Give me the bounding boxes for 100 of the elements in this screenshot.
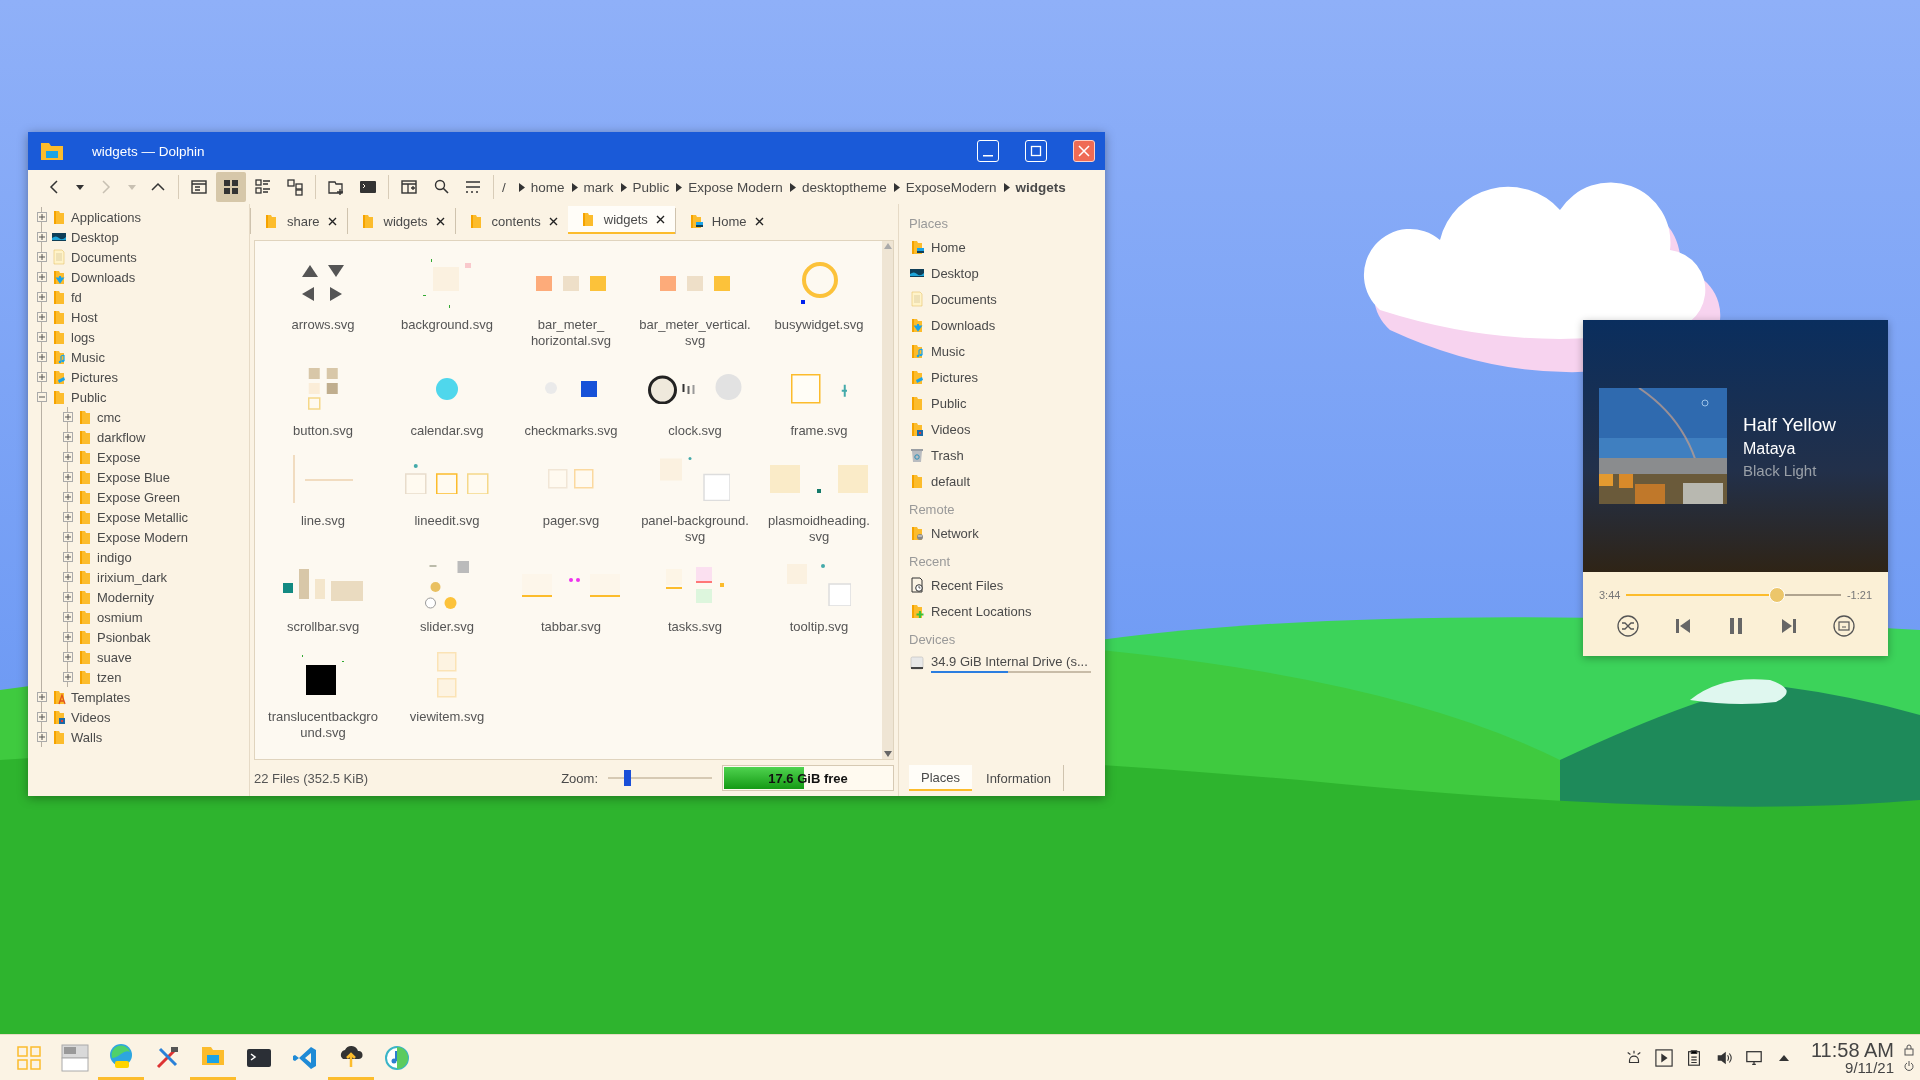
tree-item[interactable]: Templates xyxy=(71,689,131,705)
close-icon[interactable] xyxy=(435,216,445,226)
file-name[interactable]: viewitem.svg xyxy=(387,709,507,725)
expander-icon[interactable] xyxy=(37,232,47,242)
slider-thumb[interactable] xyxy=(1768,587,1785,603)
file-name[interactable]: clock.svg xyxy=(635,423,755,439)
tree-item[interactable]: fd xyxy=(71,289,82,305)
expander-icon[interactable] xyxy=(37,292,47,302)
place-item[interactable]: Desktop xyxy=(931,265,979,281)
panel-tab[interactable]: Information xyxy=(974,765,1065,791)
place-item[interactable]: 34.9 GiB Internal Drive (s... xyxy=(931,653,1091,669)
tab[interactable]: Home xyxy=(674,208,774,234)
expander-icon[interactable] xyxy=(63,652,73,662)
place-item[interactable]: Trash xyxy=(931,447,964,463)
breadcrumb-item[interactable]: Public xyxy=(632,179,670,195)
tree-item[interactable]: Documents xyxy=(71,249,137,265)
expander-icon[interactable] xyxy=(37,712,47,722)
expander-icon[interactable] xyxy=(37,212,47,222)
tree-item[interactable]: irixium_dark xyxy=(97,569,168,585)
file-name[interactable]: bar_meter_ horizontal.svg xyxy=(511,317,631,349)
file-name[interactable]: scrollbar.svg xyxy=(263,619,383,635)
expander-icon[interactable] xyxy=(63,672,73,682)
zoom-slider[interactable] xyxy=(608,770,712,786)
expander-icon[interactable] xyxy=(37,272,47,282)
tree-item[interactable]: Expose xyxy=(97,449,141,465)
expander-icon[interactable] xyxy=(63,492,73,502)
tree-item[interactable]: Downloads xyxy=(71,269,136,285)
expander-icon[interactable] xyxy=(37,372,47,382)
tree-item[interactable]: Expose Metallic xyxy=(97,509,189,525)
expander-icon[interactable] xyxy=(63,572,73,582)
close-icon[interactable] xyxy=(754,216,764,226)
expander-icon[interactable] xyxy=(37,352,47,362)
place-item[interactable]: Documents xyxy=(931,291,997,307)
file-name[interactable]: plasmoidheading. svg xyxy=(759,513,879,545)
maximize-button[interactable] xyxy=(1025,140,1047,162)
expander-icon[interactable] xyxy=(63,552,73,562)
place-item[interactable]: Public xyxy=(931,395,967,411)
expander-icon[interactable] xyxy=(63,612,73,622)
tree-item[interactable]: Expose Blue xyxy=(97,469,170,485)
tab[interactable]: widgets xyxy=(346,208,455,234)
file-name[interactable]: tabbar.svg xyxy=(511,619,631,635)
file-name[interactable]: tasks.svg xyxy=(635,619,755,635)
scroll-down-icon[interactable] xyxy=(883,751,892,757)
tree-item[interactable]: tzen xyxy=(97,669,122,685)
close-icon[interactable] xyxy=(548,216,558,226)
tree-item[interactable]: darkflow xyxy=(97,429,146,445)
power-icon[interactable] xyxy=(1904,1059,1914,1072)
tree-item[interactable]: Applications xyxy=(71,209,142,225)
tab[interactable]: share xyxy=(250,208,347,234)
expander-icon[interactable] xyxy=(63,592,73,602)
breadcrumb-item[interactable]: home xyxy=(530,179,565,195)
expander-icon[interactable] xyxy=(37,392,47,402)
breadcrumb-item[interactable]: ExposeModern xyxy=(905,179,997,195)
file-name[interactable]: background.svg xyxy=(387,317,507,333)
breadcrumb-item[interactable]: / xyxy=(502,179,506,195)
place-item[interactable]: Downloads xyxy=(931,317,996,333)
tree-item[interactable]: Walls xyxy=(71,729,103,745)
expander-icon[interactable] xyxy=(63,412,73,422)
close-button[interactable] xyxy=(1073,140,1095,162)
slider-thumb[interactable] xyxy=(623,770,631,786)
lock-icon[interactable] xyxy=(1904,1043,1914,1056)
file-name[interactable]: pager.svg xyxy=(511,513,631,529)
tree-item[interactable]: Pictures xyxy=(71,369,118,385)
close-icon[interactable] xyxy=(655,214,665,224)
breadcrumb-item[interactable]: Expose Modern xyxy=(688,179,783,195)
place-item[interactable]: Recent Files xyxy=(931,577,1004,593)
place-item[interactable]: Network xyxy=(931,525,979,541)
expander-icon[interactable] xyxy=(63,532,73,542)
expander-icon[interactable] xyxy=(37,692,47,702)
place-item[interactable]: Videos xyxy=(931,421,971,437)
tree-item[interactable]: Modernity xyxy=(97,589,155,605)
file-name[interactable]: calendar.svg xyxy=(387,423,507,439)
expander-icon[interactable] xyxy=(63,632,73,642)
expander-icon[interactable] xyxy=(63,512,73,522)
expander-icon[interactable] xyxy=(37,252,47,262)
file-name[interactable]: busywidget.svg xyxy=(759,317,879,333)
tree-item[interactable]: cmc xyxy=(97,409,121,425)
tab[interactable]: contents xyxy=(454,208,568,234)
scrollbar[interactable] xyxy=(882,241,893,759)
tree-item[interactable]: Videos xyxy=(71,709,111,725)
file-name[interactable]: frame.svg xyxy=(759,423,879,439)
file-name[interactable]: lineedit.svg xyxy=(387,513,507,529)
file-name[interactable]: panel-background. svg xyxy=(635,513,755,545)
tab[interactable]: widgets xyxy=(567,206,675,234)
breadcrumb-item[interactable]: widgets xyxy=(1015,179,1066,195)
expander-icon[interactable] xyxy=(37,332,47,342)
expander-icon[interactable] xyxy=(63,432,73,442)
breadcrumb-item[interactable]: desktoptheme xyxy=(801,179,887,195)
place-item[interactable]: Music xyxy=(931,343,965,359)
breadcrumb-item[interactable]: mark xyxy=(583,179,614,195)
place-item[interactable]: default xyxy=(931,473,971,489)
tree-item[interactable]: Music xyxy=(71,349,105,365)
tree-item[interactable]: Desktop xyxy=(71,229,119,245)
tree-item[interactable]: Expose Green xyxy=(97,489,181,505)
tree-item[interactable]: osmium xyxy=(97,609,143,625)
panel-tab[interactable]: Places xyxy=(909,765,973,791)
tree-item[interactable]: indigo xyxy=(97,549,132,565)
expander-icon[interactable] xyxy=(37,732,47,742)
clock[interactable]: 11:58 AM 9/11/21 xyxy=(1798,1040,1904,1075)
file-name[interactable]: button.svg xyxy=(263,423,383,439)
